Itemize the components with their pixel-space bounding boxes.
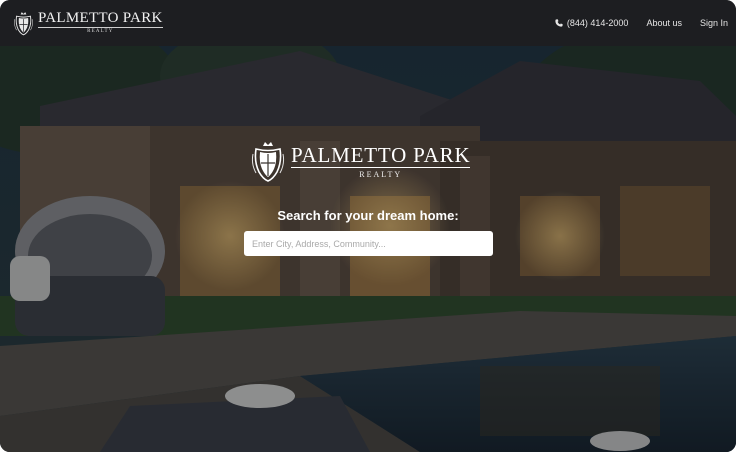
- hero-section: PALMETTO PARK REALTY Search for your dre…: [0, 46, 736, 452]
- phone-link[interactable]: (844) 414-2000: [555, 18, 629, 28]
- brand-wordmark: PALMETTO PARK REALTY: [38, 11, 163, 35]
- hero-wordmark: PALMETTO PARK REALTY: [291, 143, 471, 179]
- search-input[interactable]: [244, 231, 493, 256]
- hero-brand-name: PALMETTO PARK: [291, 143, 471, 168]
- about-us-link[interactable]: About us: [646, 18, 682, 28]
- crest-icon: [14, 11, 33, 35]
- hero-brand-subtitle: REALTY: [359, 170, 403, 179]
- phone-number: (844) 414-2000: [566, 18, 629, 28]
- brand-subtitle: REALTY: [87, 29, 114, 34]
- brand-logo-link[interactable]: PALMETTO PARK REALTY: [13, 0, 163, 46]
- sign-in-link[interactable]: Sign In: [700, 18, 728, 28]
- phone-icon: [555, 19, 563, 27]
- crest-icon: [251, 142, 285, 182]
- main-nav: (844) 414-2000 About us Sign In: [555, 18, 728, 28]
- top-navbar: PALMETTO PARK REALTY (844) 414-2000 Abou…: [0, 0, 736, 46]
- hero-logo: PALMETTO PARK REALTY: [250, 140, 471, 183]
- search-heading: Search for your dream home:: [277, 208, 459, 223]
- brand-name: PALMETTO PARK: [38, 10, 163, 28]
- app-window: PALMETTO PARK REALTY (844) 414-2000 Abou…: [0, 0, 736, 452]
